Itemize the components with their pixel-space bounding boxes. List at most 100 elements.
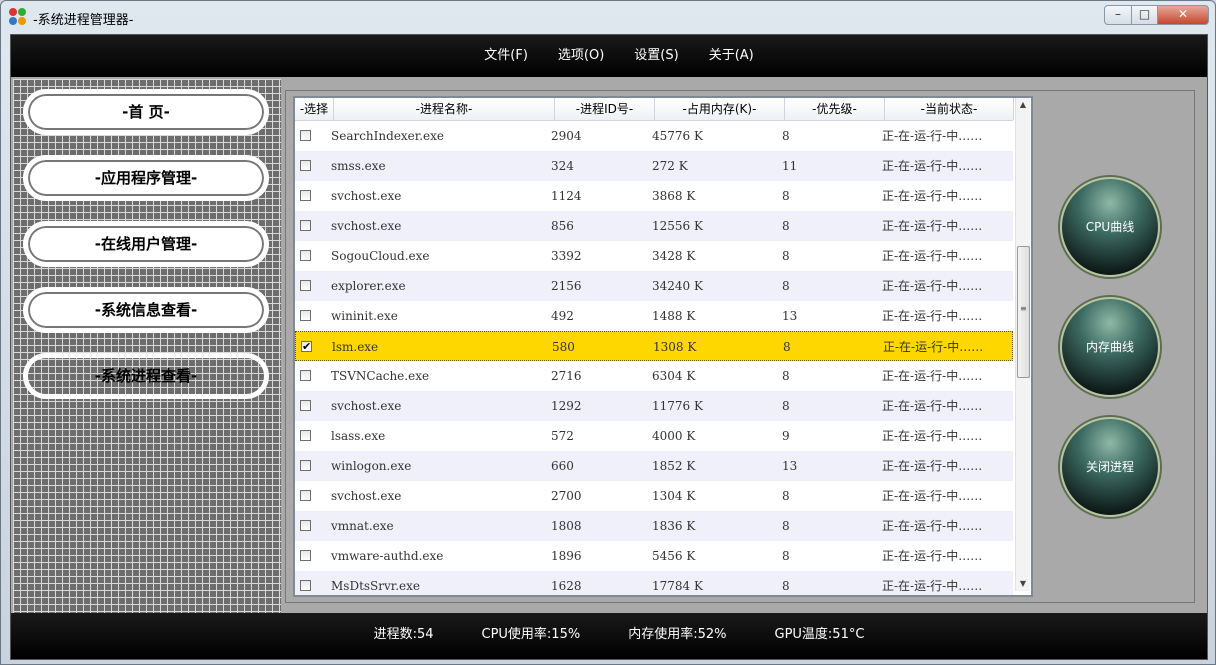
cell-priority: 8 <box>782 249 790 263</box>
row-checkbox[interactable] <box>300 310 311 321</box>
scrollbar-thumb[interactable]: ≡ <box>1017 246 1030 378</box>
col-status[interactable]: -当前状态- <box>885 98 1014 120</box>
kill-process-button[interactable]: 关闭进程 <box>1060 417 1160 517</box>
process-table: -选择 -进程名称- -进程ID号- -占用内存(K)- -优先级- -当前状态… <box>293 96 1033 597</box>
scroll-down-arrow-icon[interactable]: ▼ <box>1016 577 1030 591</box>
table-row[interactable]: TSVNCache.exe 2716 6304 K 8 正-在-运-行-中…… <box>295 361 1013 391</box>
cell-status: 正-在-运-行-中…… <box>882 549 983 563</box>
row-checkbox[interactable] <box>300 370 311 381</box>
client-area: 文件(F) 选项(O) 设置(S) 关于(A) -首 页- -应用程序管理- -… <box>10 34 1208 660</box>
row-checkbox[interactable] <box>300 520 311 531</box>
nav-home[interactable]: -首 页- <box>23 89 269 135</box>
col-priority[interactable]: -优先级- <box>785 98 885 120</box>
row-checkbox[interactable] <box>300 250 311 261</box>
cell-process-id: 2716 <box>551 369 582 383</box>
cell-status: 正-在-运-行-中…… <box>882 369 983 383</box>
cell-process-id: 492 <box>551 309 574 323</box>
table-row[interactable]: svchost.exe 1124 3868 K 8 正-在-运-行-中…… <box>295 181 1013 211</box>
table-row[interactable]: explorer.exe 2156 34240 K 8 正-在-运-行-中…… <box>295 271 1013 301</box>
nav-process-view[interactable]: -系统进程查看- <box>23 353 269 399</box>
cell-memory: 45776 K <box>652 129 703 143</box>
row-checkbox[interactable] <box>300 430 311 441</box>
table-scrollbar[interactable]: ▲ ≡ ▼ <box>1015 98 1030 591</box>
table-row[interactable]: vmnat.exe 1808 1836 K 8 正-在-运-行-中…… <box>295 511 1013 541</box>
row-checkbox[interactable] <box>300 160 311 171</box>
col-process-name[interactable]: -进程名称- <box>334 98 555 120</box>
row-checkbox[interactable] <box>300 190 311 201</box>
memory-curve-button[interactable]: 内存曲线 <box>1060 297 1160 397</box>
main-panel: -选择 -进程名称- -进程ID号- -占用内存(K)- -优先级- -当前状态… <box>285 90 1195 603</box>
cell-memory: 1852 K <box>652 459 696 473</box>
cell-process-name: svchost.exe <box>331 399 402 413</box>
table-row[interactable]: vmware-authd.exe 1896 5456 K 8 正-在-运-行-中…… <box>295 541 1013 571</box>
nav-app-management[interactable]: -应用程序管理- <box>23 155 269 201</box>
cell-status: 正-在-运-行-中…… <box>882 249 983 263</box>
cell-process-id: 660 <box>551 459 574 473</box>
cell-process-id: 1808 <box>551 519 582 533</box>
cell-memory: 6304 K <box>652 369 696 383</box>
row-checkbox[interactable] <box>300 550 311 561</box>
cell-process-id: 2904 <box>551 129 582 143</box>
sidebar: -首 页- -应用程序管理- -在线用户管理- -系统信息查看- -系统进程查看… <box>13 79 281 613</box>
table-row[interactable]: winlogon.exe 660 1852 K 13 正-在-运-行-中…… <box>295 451 1013 481</box>
minimize-button[interactable]: – <box>1104 5 1132 25</box>
scroll-up-arrow-icon[interactable]: ▲ <box>1016 98 1030 112</box>
cell-memory: 17784 K <box>652 579 703 593</box>
maximize-button[interactable]: □ <box>1131 5 1158 25</box>
table-row[interactable]: smss.exe 324 272 K 11 正-在-运-行-中…… <box>295 151 1013 181</box>
table-row[interactable]: svchost.exe 856 12556 K 8 正-在-运-行-中…… <box>295 211 1013 241</box>
cell-status: 正-在-运-行-中…… <box>882 489 983 503</box>
row-checkbox[interactable]: ✔ <box>301 341 312 352</box>
window-title: -系统进程管理器- <box>33 13 134 28</box>
cell-status: 正-在-运-行-中…… <box>882 429 983 443</box>
row-checkbox[interactable] <box>300 130 311 141</box>
table-row[interactable]: svchost.exe 2700 1304 K 8 正-在-运-行-中…… <box>295 481 1013 511</box>
cell-process-id: 856 <box>551 219 574 233</box>
nav-online-users[interactable]: -在线用户管理- <box>23 221 269 267</box>
table-row[interactable]: MsDtsSrvr.exe 1628 17784 K 8 正-在-运-行-中…… <box>295 571 1013 595</box>
cell-process-name: vmnat.exe <box>331 519 394 533</box>
row-checkbox[interactable] <box>300 280 311 291</box>
cpu-curve-button[interactable]: CPU曲线 <box>1060 177 1160 277</box>
col-memory[interactable]: -占用内存(K)- <box>655 98 785 120</box>
row-checkbox[interactable] <box>300 490 311 501</box>
cell-process-id: 2156 <box>551 279 582 293</box>
cell-process-id: 3392 <box>551 249 582 263</box>
table-row[interactable]: ✔ lsm.exe 580 1308 K 8 正-在-运-行-中…… <box>295 331 1013 361</box>
menu-about[interactable]: 关于(A) <box>709 35 754 77</box>
cell-process-name: smss.exe <box>331 159 386 173</box>
app-window: -系统进程管理器- – □ ✕ 文件(F) 选项(O) 设置(S) 关于(A) … <box>0 0 1216 665</box>
table-row[interactable]: wininit.exe 492 1488 K 13 正-在-运-行-中…… <box>295 301 1013 331</box>
cell-priority: 11 <box>782 159 798 173</box>
table-row[interactable]: SearchIndexer.exe 2904 45776 K 8 正-在-运-行-中…… <box>295 121 1013 151</box>
col-select[interactable]: -选择 <box>295 98 334 120</box>
menu-settings[interactable]: 设置(S) <box>634 35 678 77</box>
cell-process-id: 1896 <box>551 549 582 563</box>
nav-online-users-label: -在线用户管理- <box>94 235 198 253</box>
cell-process-name: TSVNCache.exe <box>331 369 430 383</box>
close-window-button[interactable]: ✕ <box>1157 5 1209 25</box>
nav-system-info[interactable]: -系统信息查看- <box>23 287 269 333</box>
title-bar[interactable]: -系统进程管理器- – □ ✕ <box>1 1 1215 33</box>
row-checkbox[interactable] <box>300 460 311 471</box>
col-process-id[interactable]: -进程ID号- <box>555 98 655 120</box>
cell-status: 正-在-运-行-中…… <box>882 309 983 323</box>
row-checkbox[interactable] <box>300 580 311 591</box>
cell-priority: 13 <box>782 309 798 323</box>
menu-options[interactable]: 选项(O) <box>558 35 604 77</box>
cell-process-id: 1124 <box>551 189 582 203</box>
cell-process-id: 1292 <box>551 399 582 413</box>
cell-memory: 1488 K <box>652 309 696 323</box>
table-row[interactable]: svchost.exe 1292 11776 K 8 正-在-运-行-中…… <box>295 391 1013 421</box>
status-gpu-temp: GPU温度:51°C <box>774 627 865 642</box>
close-icon: ✕ <box>1177 7 1189 21</box>
table-row[interactable]: SogouCloud.exe 3392 3428 K 8 正-在-运-行-中…… <box>295 241 1013 271</box>
cell-process-id: 2700 <box>551 489 582 503</box>
cell-priority: 8 <box>783 340 791 354</box>
cell-status: 正-在-运-行-中…… <box>882 459 983 473</box>
table-row[interactable]: lsass.exe 572 4000 K 9 正-在-运-行-中…… <box>295 421 1013 451</box>
cell-process-id: 1628 <box>551 579 582 593</box>
row-checkbox[interactable] <box>300 400 311 411</box>
menu-file[interactable]: 文件(F) <box>484 35 528 77</box>
row-checkbox[interactable] <box>300 220 311 231</box>
